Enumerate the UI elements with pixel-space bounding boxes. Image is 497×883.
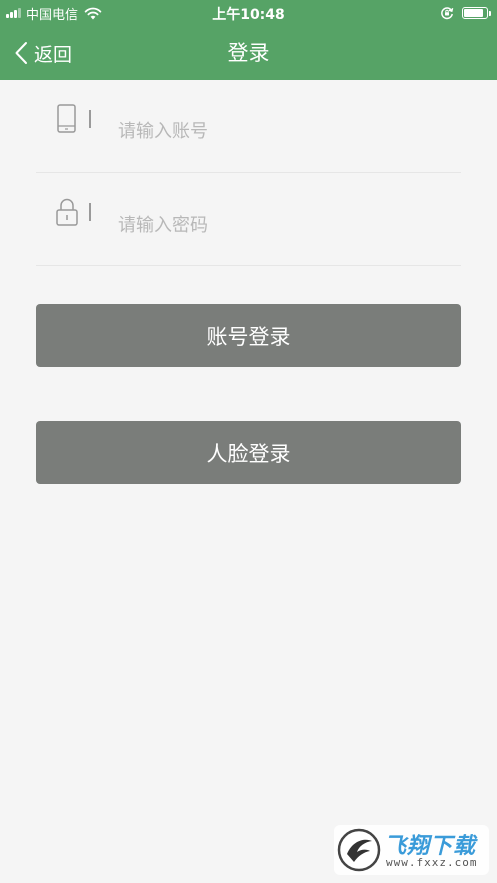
battery-fill bbox=[464, 9, 483, 17]
password-field bbox=[36, 173, 461, 266]
page-title: 登录 bbox=[227, 41, 270, 65]
lock-icon bbox=[56, 198, 78, 226]
rotation-lock-icon bbox=[441, 7, 454, 20]
face-login-button[interactable]: 人脸登录 bbox=[36, 421, 461, 484]
account-field bbox=[36, 80, 461, 173]
battery-icon bbox=[462, 7, 488, 19]
watermark-logo-icon bbox=[337, 828, 381, 872]
phone-icon bbox=[57, 104, 76, 133]
account-input[interactable] bbox=[118, 116, 448, 146]
field-divider bbox=[89, 110, 91, 128]
watermark: 飞翔下载 www.fxxz.com bbox=[334, 825, 489, 875]
status-right bbox=[440, 4, 491, 22]
password-input[interactable] bbox=[118, 210, 448, 240]
status-bar: 中国电信 上午10:48 bbox=[0, 0, 497, 26]
account-login-button[interactable]: 账号登录 bbox=[36, 304, 461, 367]
watermark-url: www.fxxz.com bbox=[386, 856, 478, 869]
nav-bar: 返回 登录 bbox=[0, 26, 497, 80]
field-divider bbox=[89, 203, 91, 221]
status-time: 上午10:48 bbox=[212, 7, 285, 23]
app-header: 中国电信 上午10:48 返回 登录 bbox=[0, 0, 497, 80]
battery-tip bbox=[489, 10, 491, 16]
login-screen: 中国电信 上午10:48 返回 登录 请输入账号 账号登录 人脸登录 飞翔下载 … bbox=[0, 0, 497, 883]
